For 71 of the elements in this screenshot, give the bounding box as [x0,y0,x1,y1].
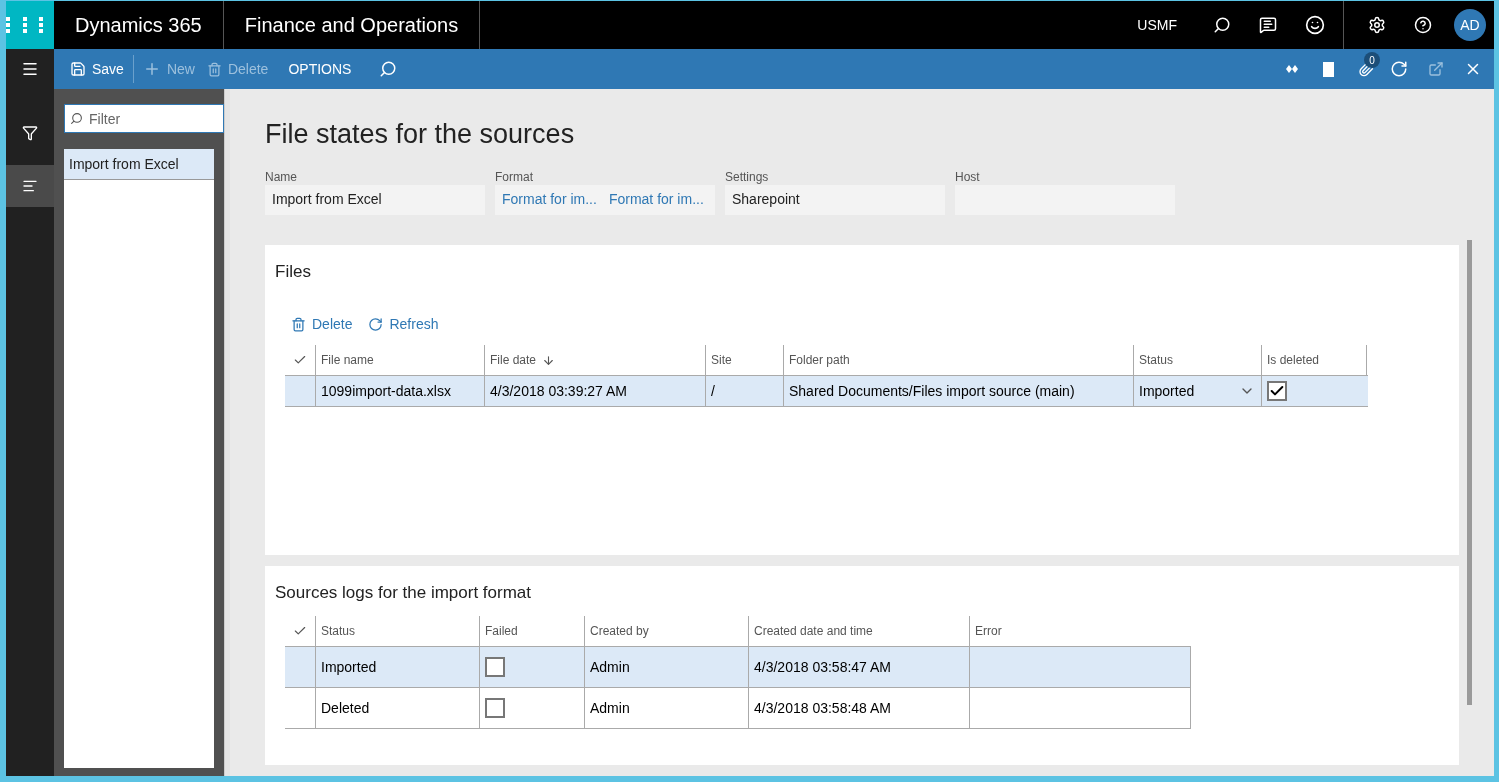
table-row[interactable]: Imported Admin 4/3/2018 03:58:47 AM [285,647,1191,688]
action-button[interactable]: Save [64,54,130,84]
column-header[interactable]: Created by [590,622,649,640]
filter-icon[interactable] [22,125,38,141]
column-header[interactable]: File date [490,351,537,369]
filter-field[interactable]: Filter [64,104,224,133]
refresh-icon [368,317,384,332]
select-all-icon[interactable] [293,353,307,367]
format-link[interactable]: Format for im... [608,189,704,210]
avatar[interactable]: AD [1454,9,1486,41]
table-row[interactable]: 1099import-data.xlsx 4/3/2018 03:39:27 AM / Shared Documents/Files import source (main) Imported [285,376,1368,407]
field-label: Name [265,168,298,185]
column-header[interactable]: Error [975,622,1002,640]
table-cell-text: Deleted [321,698,370,718]
table-cell-text: 4/3/2018 03:39:27 AM [490,381,627,401]
column-header[interactable]: Status [1139,351,1174,369]
checkbox[interactable] [485,698,505,718]
input-field[interactable]: Format for im... Format for im... [495,184,715,215]
scrollbar[interactable] [1467,239,1472,705]
table-cell-text: Admin [590,698,630,718]
input-field[interactable]: Sharepoint [725,184,945,215]
table-cell-text: Imported [321,657,377,677]
trash-icon [291,317,306,332]
field-label: Settings [725,168,770,185]
page-title: File states for the sources [265,118,576,151]
list-item[interactable]: Import from Excel [64,149,214,180]
refresh-icon[interactable] [1390,60,1408,78]
attachment-count: 0 [1364,52,1380,68]
diamonds-icon[interactable] [1285,64,1299,74]
table-row[interactable]: Deleted Admin 4/3/2018 03:58:48 AM [285,688,1191,729]
table-cell-text: / [711,381,715,401]
office-icon[interactable] [1323,61,1334,77]
section-title: Files [275,260,312,283]
select-all-icon[interactable] [293,624,307,638]
column-header[interactable]: Site [711,351,732,369]
field-value: Import from Excel [272,190,382,209]
section-title: Sources logs for the import format [275,581,533,604]
menu-icon[interactable] [6,49,54,89]
table-cell-text: Admin [590,657,630,677]
table-cell-text: 4/3/2018 03:58:47 AM [754,657,891,677]
message-icon[interactable] [1259,16,1277,34]
company-picker[interactable]: USMF [1137,14,1177,36]
search-icon[interactable] [1213,16,1231,34]
status-dropdown[interactable]: Imported [1139,380,1195,402]
column-header[interactable]: File name [321,351,374,369]
field-value: Sharepoint [732,190,800,209]
table-cell-text: 4/3/2018 03:58:48 AM [754,698,891,718]
column-header[interactable]: Folder path [789,351,850,369]
trash-icon [206,61,222,77]
action-button[interactable]: OPTIONS [282,54,358,84]
list-icon [22,178,38,194]
settings-icon[interactable] [1368,16,1386,34]
help-icon[interactable] [1414,16,1432,34]
column-header[interactable]: Is deleted [1267,351,1320,369]
input-field[interactable]: Import from Excel [265,184,485,215]
list-tab[interactable] [6,165,54,207]
table-cell-text: 1099import-data.xlsx [321,381,451,401]
save-icon [70,61,86,77]
column-header[interactable]: Status [321,622,356,640]
column-header[interactable]: Failed [485,622,518,640]
format-link[interactable]: Format for im... [502,189,597,210]
column-header[interactable]: Created date and time [754,622,873,640]
search-icon [70,112,83,125]
field-label: Host [955,168,981,185]
toolbar-button[interactable]: Refresh [368,314,439,335]
checkbox[interactable] [1267,381,1287,401]
checkbox[interactable] [485,657,505,677]
table-cell-text: Shared Documents/Files import source (main) [789,381,1075,401]
field-label: Format [495,168,534,185]
toolbar-button[interactable]: Delete [291,314,353,335]
smiley-icon[interactable] [1305,15,1325,35]
